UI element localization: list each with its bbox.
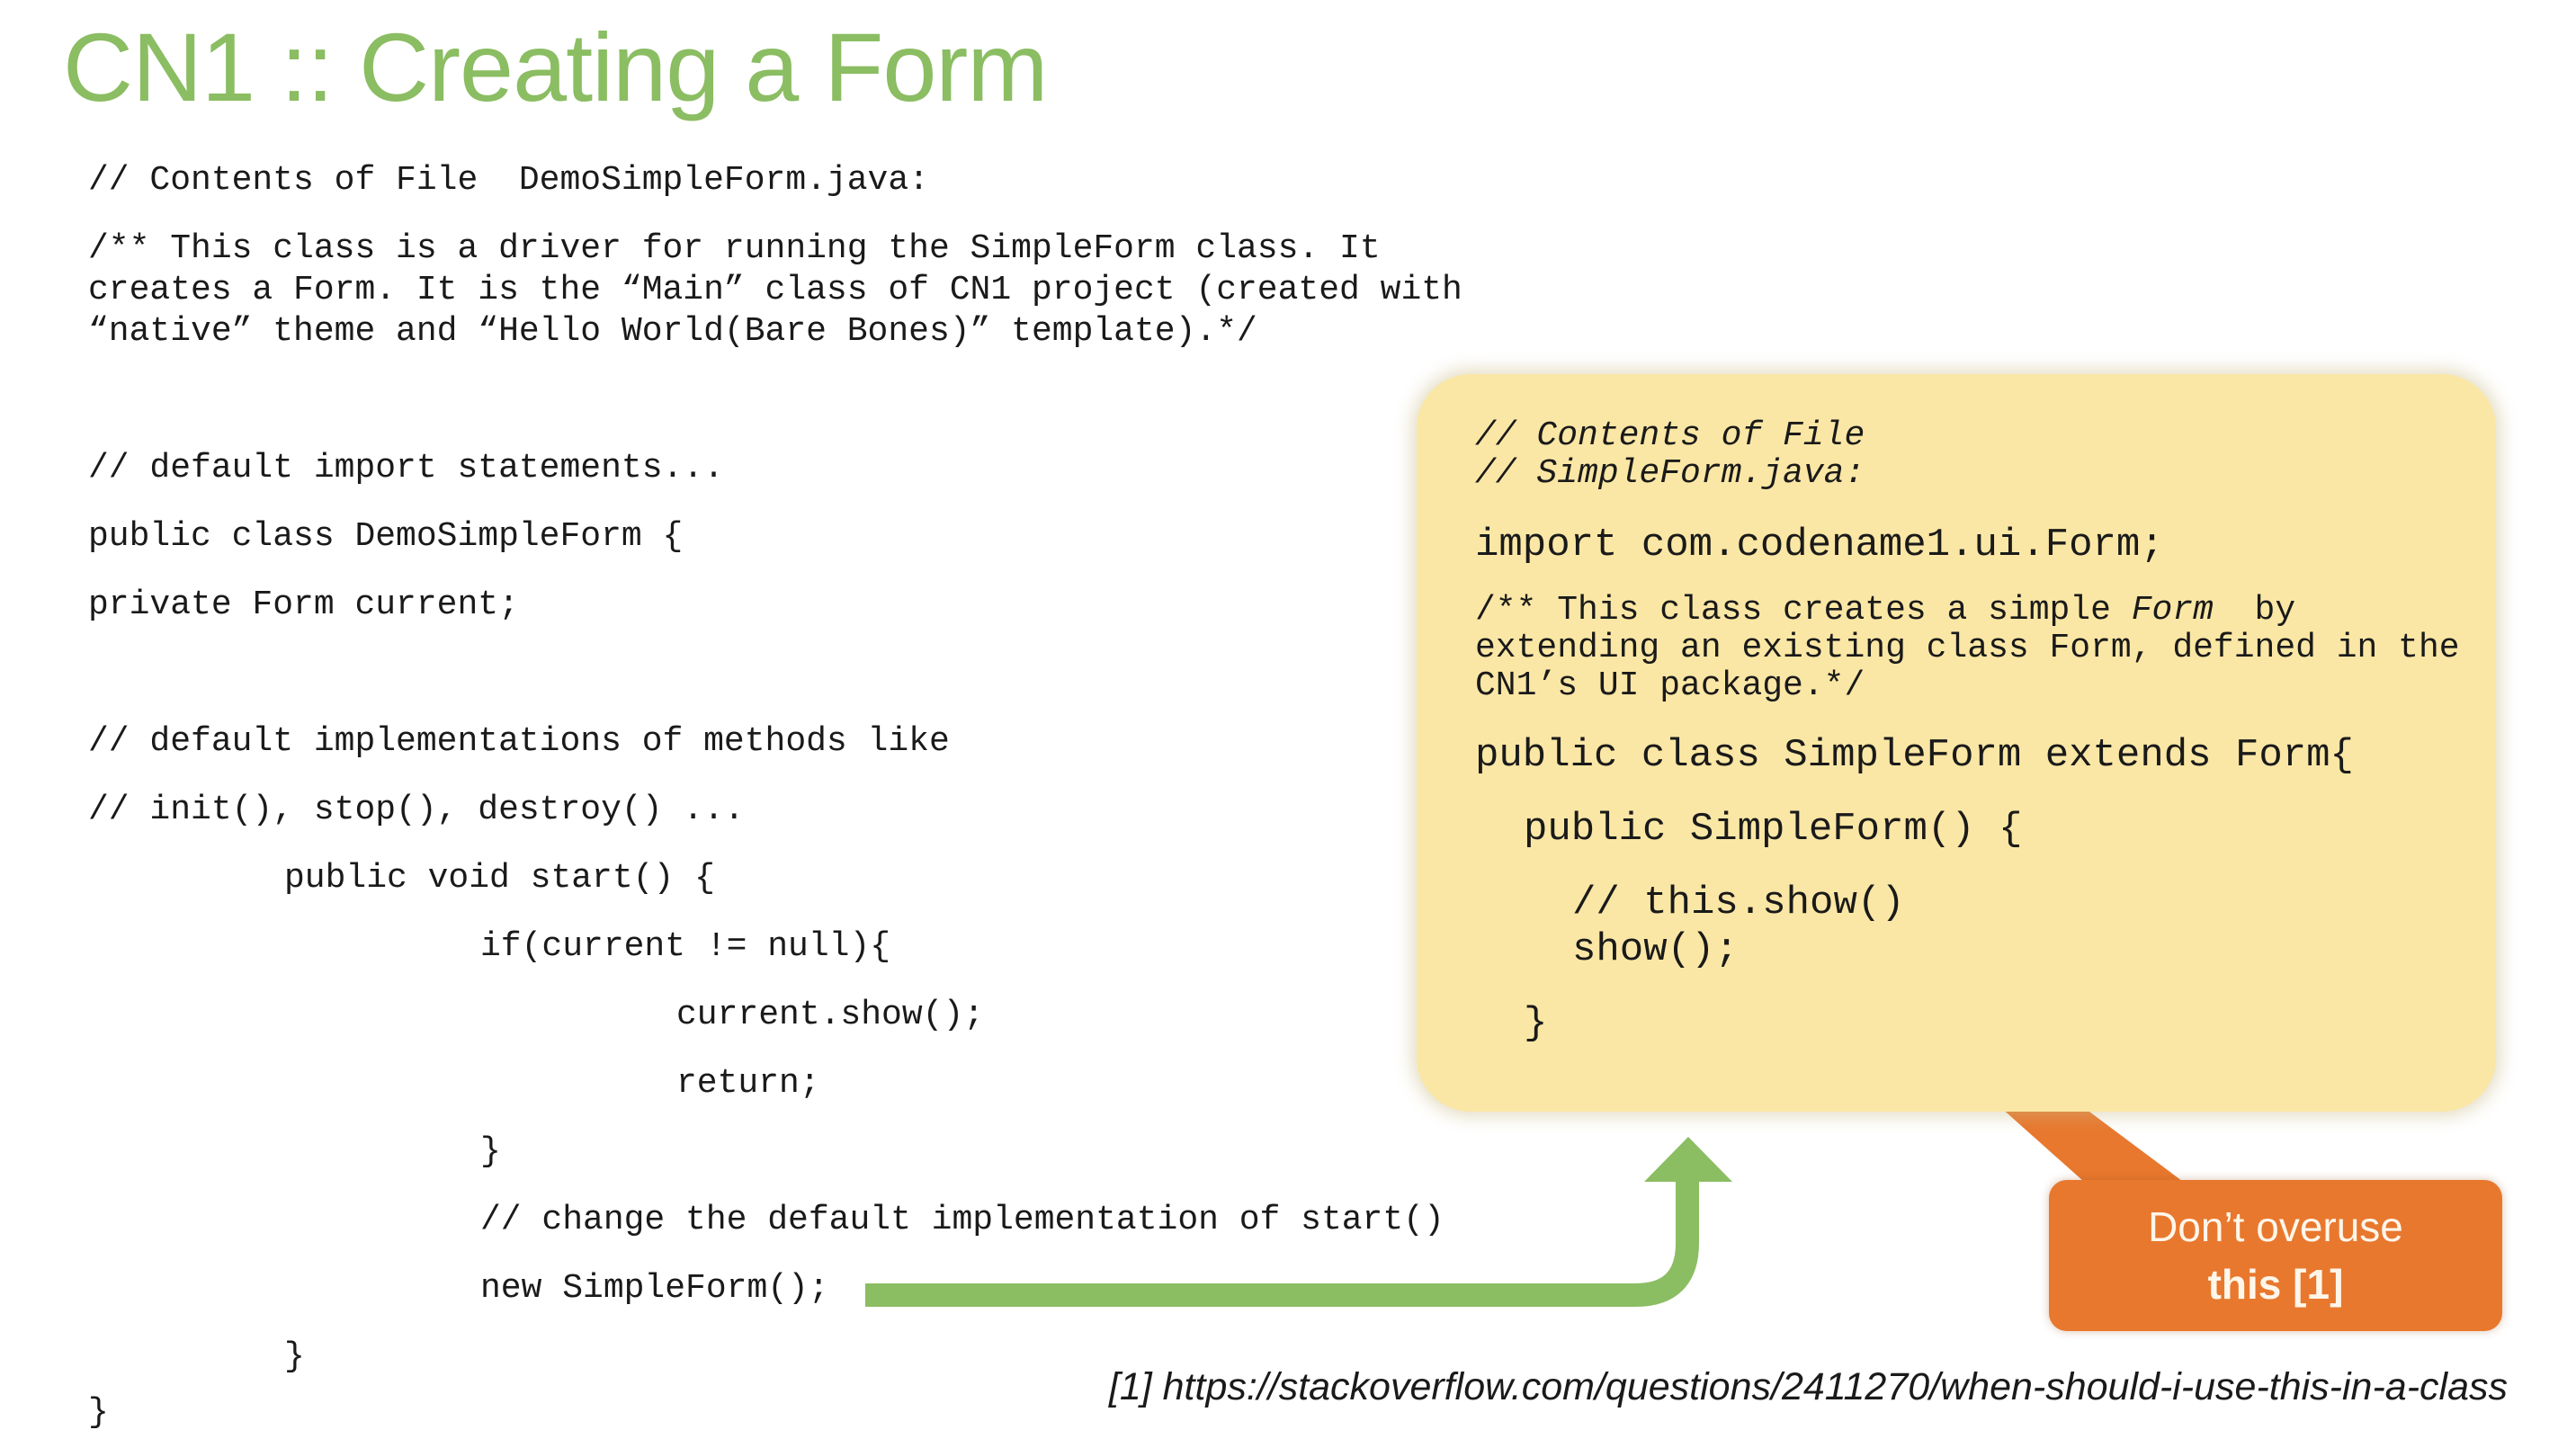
reference-link[interactable]: [1] https://stackoverflow.com/questions/… bbox=[1109, 1365, 2508, 1409]
callout-line-2: this [1] bbox=[2207, 1261, 2344, 1308]
slide: CN1 :: Creating a Form // Contents of Fi… bbox=[0, 0, 2576, 1439]
callout-line-1: Don’t overuse bbox=[2148, 1203, 2403, 1250]
callout-box: Don’t overuse this [1] bbox=[2049, 1180, 2502, 1331]
